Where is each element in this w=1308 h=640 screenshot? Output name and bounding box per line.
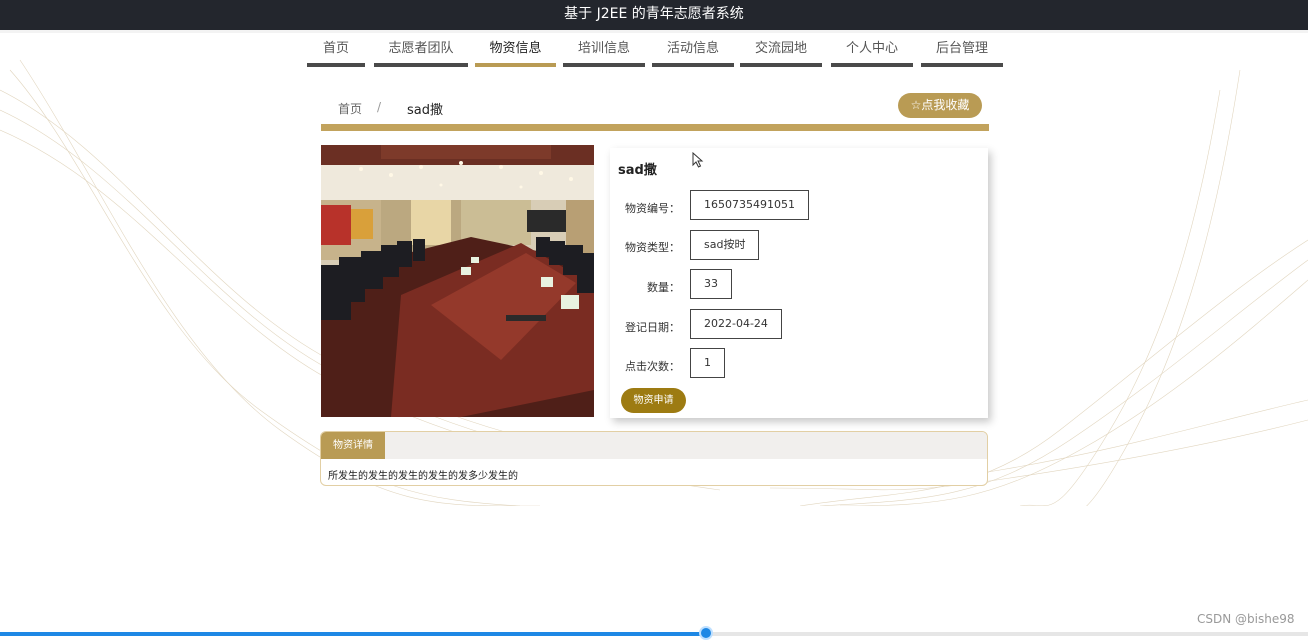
field-label-click-count: 点击次数： [625,360,680,373]
nav-item-label: 个人中心 [845,41,898,56]
favorite-button[interactable]: ☆点我收藏 [898,93,982,118]
field-value-item-number: 1650735491051 [690,190,809,220]
nav-item-admin[interactable]: 后台管理 [921,36,1003,67]
favorite-button-label: 点我收藏 [921,98,970,112]
tab-item-details[interactable]: 物资详情 [321,432,385,459]
item-photo-conference-room [321,145,594,417]
nav-item-label: 首页 [322,41,349,56]
nav-item-personal-center[interactable]: 个人中心 [831,36,913,67]
video-progress-fill [0,632,706,636]
app-header: 基于 J2EE 的青年志愿者系统 [0,0,1308,30]
item-info-card: sad撒 物资编号： 1650735491051 物资类型： sad按时 数量：… [610,148,988,418]
field-value-register-date: 2022-04-24 [690,309,782,339]
nav-item-home[interactable]: 首页 [307,36,365,67]
detail-tab-bar: 物资详情 [321,432,987,459]
detail-content: 所发生的发生的发生的发生的发多少发生的 [328,471,518,482]
app-title: 基于 J2EE 的青年志愿者系统 [564,6,744,22]
nav-item-label: 培训信息 [577,41,630,56]
field-label-item-number: 物资编号： [625,202,680,215]
nav-item-training[interactable]: 培训信息 [563,36,645,67]
field-value-quantity: 33 [690,269,732,299]
field-label-register-date: 登记日期： [625,321,680,334]
item-name: sad撒 [618,163,657,178]
nav-item-label: 交流园地 [754,41,807,56]
star-outline-icon: ☆ [910,98,922,112]
apply-button[interactable]: 物资申请 [621,388,686,413]
nav-item-forum[interactable]: 交流园地 [740,36,822,67]
nav-item-activities[interactable]: 活动信息 [652,36,734,67]
nav-item-label: 志愿者团队 [388,41,454,56]
breadcrumb-separator: / [377,100,382,114]
video-progress-handle[interactable] [699,626,713,640]
breadcrumb: 首页 / sad撒 ☆点我收藏 [321,93,989,123]
nav-item-label: 后台管理 [935,41,988,56]
nav-item-materials[interactable]: 物资信息 [475,36,556,67]
breadcrumb-home-link[interactable]: 首页 [338,100,362,117]
detail-panel: 物资详情 所发生的发生的发生的发生的发多少发生的 [320,431,988,486]
section-divider [321,124,989,131]
nav-item-volunteer-team[interactable]: 志愿者团队 [374,36,468,67]
field-label-quantity: 数量： [647,281,680,294]
breadcrumb-current: sad撒 [407,103,443,118]
nav-item-label: 物资信息 [489,41,542,56]
watermark: CSDN @bishe98 [1197,612,1295,626]
field-value-click-count: 1 [690,348,725,378]
mouse-cursor-icon [692,152,704,168]
field-value-item-type: sad按时 [690,230,760,260]
nav-item-label: 活动信息 [666,41,719,56]
field-label-item-type: 物资类型： [625,241,680,254]
